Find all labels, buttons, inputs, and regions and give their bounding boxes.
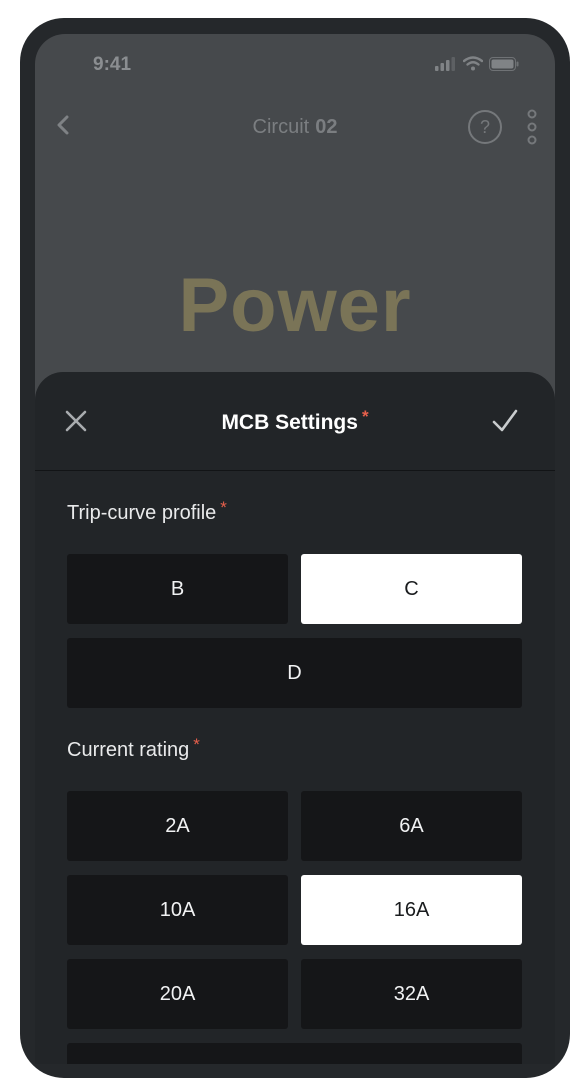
current-rating-label: Current rating * [67, 735, 200, 762]
signal-icon [435, 56, 455, 71]
more-vertical-icon[interactable] [524, 108, 540, 146]
sheet-header: MCB Settings * [35, 372, 555, 471]
current-rating-option-6a[interactable]: 6A [301, 791, 522, 861]
current-rating-option-partial[interactable] [67, 1043, 522, 1064]
current-rating-option-20a[interactable]: 20A [67, 959, 288, 1029]
mcb-settings-sheet: MCB Settings * Trip-curve profile * B C D … [35, 372, 555, 1064]
current-rating-option-2a[interactable]: 2A [67, 791, 288, 861]
status-icons [435, 56, 519, 71]
current-rating-label-text: Current rating [67, 739, 190, 761]
battery-icon [489, 56, 519, 71]
check-icon[interactable] [490, 406, 520, 436]
sheet-title: MCB Settings * [35, 407, 555, 435]
current-rating-option-10a[interactable]: 10A [67, 875, 288, 945]
app-screen: 9:41 Circuit 02 ? Power MCB Settings * T… [35, 34, 555, 1064]
current-rating-option-16a[interactable]: 16A [301, 875, 522, 945]
trip-curve-label: Trip-curve profile * [67, 498, 227, 525]
hero-title: Power [178, 263, 412, 348]
trip-curve-option-b[interactable]: B [67, 554, 288, 624]
trip-curve-label-text: Trip-curve profile [67, 502, 217, 524]
circuit-number: 02 [315, 116, 338, 138]
help-icon[interactable]: ? [468, 110, 502, 144]
trip-curve-option-c[interactable]: C [301, 554, 522, 624]
status-time: 9:41 [93, 54, 132, 75]
required-indicator: * [220, 498, 227, 517]
page-title-text: Circuit [252, 116, 310, 138]
required-indicator: * [361, 407, 369, 426]
trip-curve-option-d[interactable]: D [67, 638, 522, 708]
wifi-icon [463, 56, 483, 71]
required-indicator: * [193, 735, 200, 754]
sheet-title-text: MCB Settings [221, 411, 358, 434]
current-rating-option-32a[interactable]: 32A [301, 959, 522, 1029]
